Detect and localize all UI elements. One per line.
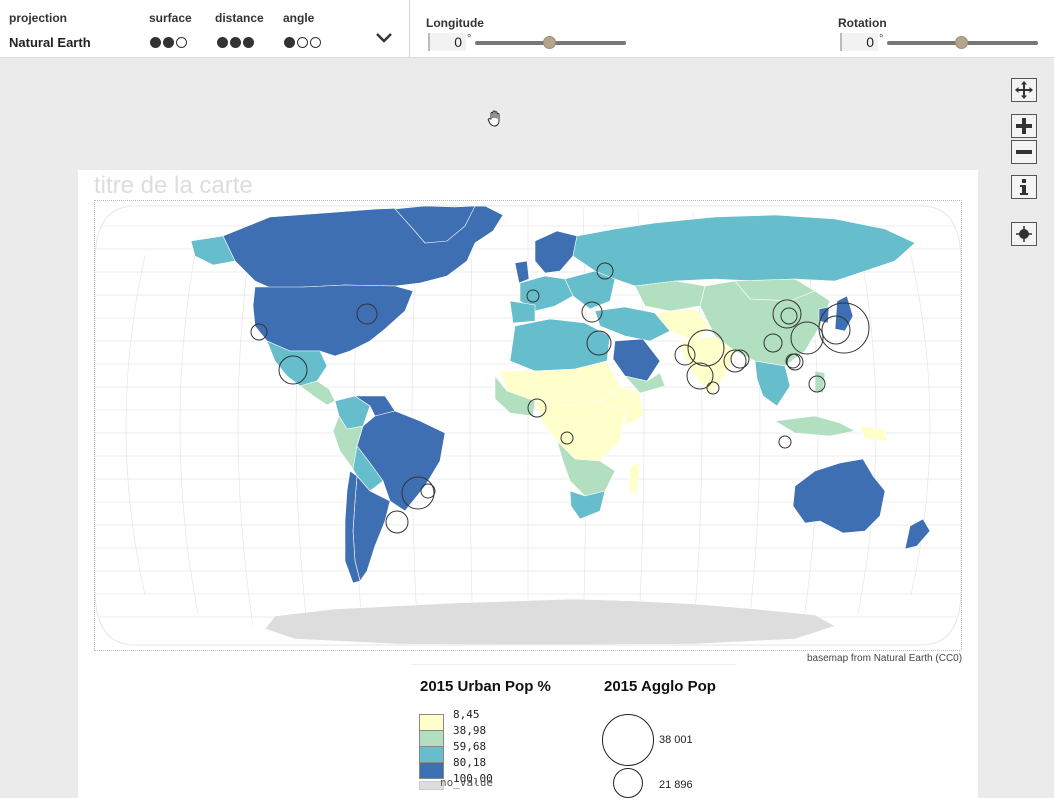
country-uk[interactable] [514, 260, 530, 284]
rotation-label: Rotation [838, 16, 887, 30]
world-map[interactable] [94, 201, 962, 650]
hand-cursor-icon [487, 110, 500, 127]
legend-circle-small [613, 768, 643, 798]
rating-dot-filled [230, 37, 241, 48]
legend-break: 8,45 [453, 708, 480, 721]
angle-rating [284, 37, 321, 48]
rating-dot-filled [217, 37, 228, 48]
locate-button[interactable] [1011, 222, 1037, 246]
rating-dot-filled [163, 37, 174, 48]
zoom-in-button[interactable] [1011, 114, 1037, 138]
rating-dot-filled [243, 37, 254, 48]
legend-swatch [419, 746, 444, 763]
country-argentina[interactable] [352, 475, 391, 582]
country-kazakhstan[interactable] [634, 280, 706, 312]
legend-swatch [419, 714, 444, 731]
rotation-slider-thumb[interactable] [955, 36, 968, 49]
rating-dot-empty [176, 37, 187, 48]
country-antarctica[interactable] [264, 598, 836, 646]
zoom-in-icon [1016, 118, 1032, 134]
country-north-africa[interactable] [509, 318, 611, 372]
angle-label: angle [283, 11, 315, 25]
info-icon [1020, 179, 1028, 195]
rotation-unit: ° [879, 33, 884, 45]
country-central-africa[interactable] [534, 400, 626, 462]
map-title[interactable]: titre de la carte [94, 172, 253, 200]
zoom-out-button[interactable] [1011, 140, 1037, 164]
distance-label: distance [215, 11, 264, 25]
top-toolbar: projection Natural Earth surface distanc… [0, 0, 1054, 58]
symbol-legend-title[interactable]: 2015 Agglo Pop [604, 678, 716, 695]
move-button[interactable] [1011, 78, 1037, 102]
country-central-america[interactable] [299, 380, 336, 406]
country-south-africa[interactable] [569, 490, 606, 520]
country-russia[interactable] [572, 214, 916, 287]
choropleth-legend-title[interactable]: 2015 Urban Pop % [420, 678, 551, 695]
rating-dot-empty [310, 37, 321, 48]
rating-dot-filled [284, 37, 295, 48]
country-japan[interactable] [834, 295, 854, 332]
country-new-zealand[interactable] [904, 518, 931, 550]
basemap-credit: basemap from Natural Earth (CC0) [807, 653, 963, 664]
country-papua[interactable] [859, 425, 888, 442]
rotation-input[interactable]: 0 [840, 33, 878, 51]
legend-symbol-value: 21 896 [659, 779, 693, 791]
country-southeast-asia[interactable] [754, 360, 791, 407]
country-iberia[interactable] [509, 300, 536, 324]
city-symbol[interactable] [420, 483, 436, 499]
legend-circle-large [602, 714, 654, 766]
longitude-unit: ° [467, 33, 472, 45]
legend-break: 59,68 [453, 740, 487, 753]
city-symbol[interactable] [385, 510, 409, 534]
move-icon [1015, 81, 1033, 99]
country-madagascar[interactable] [628, 462, 641, 494]
projection-select[interactable]: Natural Earth [9, 35, 91, 50]
projection-label: projection [9, 11, 68, 25]
surface-rating [150, 37, 187, 48]
legend-break: 80,18 [453, 756, 487, 769]
rating-dot-empty [297, 37, 308, 48]
legend-symbol-value: 38 001 [659, 734, 693, 746]
map-frame[interactable] [94, 200, 962, 651]
longitude-label: Longitude [426, 16, 484, 30]
legend-break: 38,98 [453, 724, 487, 737]
country-scandinavia[interactable] [534, 230, 578, 274]
longitude-slider-thumb[interactable] [543, 36, 556, 49]
country-philippines[interactable] [814, 370, 826, 394]
rotation-controls: Longitude 0 ° Rotation 0 ° [412, 0, 1054, 57]
country-saudi-arabia[interactable] [612, 338, 661, 382]
chevron-down-icon[interactable] [374, 30, 394, 46]
projection-panel: projection Natural Earth surface distanc… [0, 0, 410, 57]
distance-rating [217, 37, 254, 48]
longitude-input[interactable]: 0 [428, 33, 466, 51]
legend-no-value-label: no_value [440, 776, 493, 789]
surface-label: surface [149, 11, 192, 25]
legend-swatch [419, 730, 444, 747]
city-symbol[interactable] [778, 435, 792, 449]
legend-divider [412, 664, 736, 665]
rating-dot-filled [150, 37, 161, 48]
country-australia[interactable] [792, 458, 886, 534]
map-layout: titre de la carte basemap from Natural E… [78, 170, 978, 798]
info-button[interactable] [1011, 175, 1037, 199]
zoom-out-icon [1016, 150, 1032, 154]
locate-icon [1016, 226, 1032, 242]
country-eastern-europe[interactable] [564, 270, 616, 310]
